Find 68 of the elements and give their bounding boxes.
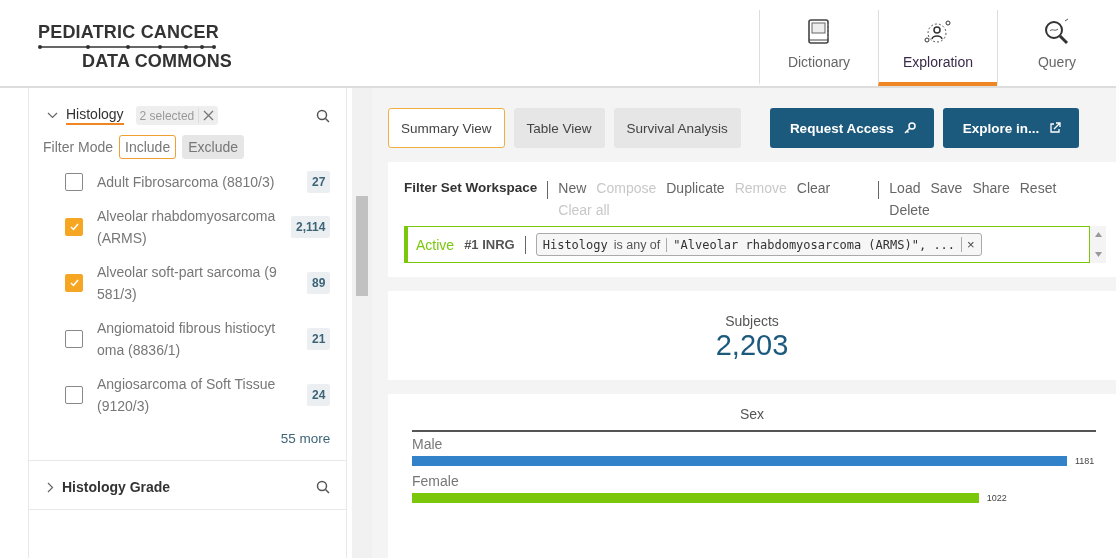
filter-field: Histology: [542, 237, 608, 252]
workspace-action[interactable]: Load: [889, 180, 921, 196]
category-label: Female: [412, 473, 460, 489]
filter-mode-button[interactable]: Exclude: [182, 135, 244, 159]
bar-value: 1022: [986, 493, 1007, 503]
view-tab[interactable]: Summary View: [388, 108, 505, 148]
workspace-action[interactable]: Reset: [1019, 180, 1057, 196]
chart-title: Sex: [739, 406, 765, 422]
scroll-down-icon[interactable]: [1094, 252, 1102, 257]
external-link-icon: [1049, 122, 1062, 134]
checkbox[interactable]: [65, 218, 83, 236]
checkbox[interactable]: [65, 274, 83, 292]
filter-value: "Alveolar rhabdomyosarcoma (ARMS)", ...: [673, 237, 956, 252]
option-label: Angiomatoid fibrous histiocytoma (8836/1): [97, 319, 277, 360]
logo-line-icon: [38, 43, 216, 51]
option-count: 24: [307, 384, 331, 406]
check-icon: [69, 279, 79, 287]
people-icon: [923, 18, 953, 46]
view-tab[interactable]: Survival Analysis: [613, 108, 741, 148]
option-count: 27: [307, 171, 331, 193]
filter-set-name: #1 INRG: [464, 237, 515, 252]
stat-label: Subjects: [725, 313, 779, 329]
option-count: 21: [307, 328, 331, 350]
checkbox[interactable]: [65, 386, 83, 404]
remove-filter-button[interactable]: ×: [961, 237, 975, 252]
book-icon: [806, 18, 832, 46]
facet-title[interactable]: Histology Grade: [62, 479, 171, 495]
search-icon[interactable]: [316, 480, 331, 494]
filter-mode-button[interactable]: Include: [119, 135, 177, 159]
workspace-action[interactable]: Clear: [796, 180, 831, 196]
action-button[interactable]: Request Access: [769, 108, 934, 148]
scrollbar[interactable]: [352, 88, 372, 558]
search-icon[interactable]: [316, 108, 331, 123]
workspace-action[interactable]: New: [558, 180, 587, 196]
nav-tab[interactable]: Query: [997, 10, 1116, 86]
option-count: 89: [307, 272, 331, 294]
workspace-action[interactable]: Delete: [889, 202, 930, 218]
scroll-up-icon[interactable]: [1094, 232, 1102, 237]
option-label: Alveolar rhabdomyosarcoma (ARMS): [97, 207, 277, 248]
option-count: 2,114: [291, 216, 331, 238]
checkbox[interactable]: [65, 330, 83, 348]
scrollbar[interactable]: [1090, 226, 1106, 263]
option-label: Angiosarcoma of Soft Tissue (9120/3): [97, 375, 277, 416]
view-tab[interactable]: Table View: [513, 108, 605, 148]
action-button[interactable]: Explore in...: [942, 108, 1080, 148]
stat-value: 2,203: [715, 329, 789, 362]
workspace-action[interactable]: Share: [972, 180, 1010, 196]
check-icon: [69, 223, 79, 231]
selected-count-badge: 2 selected: [135, 106, 219, 125]
option-label: Alveolar soft-part sarcoma (9581/3): [97, 263, 277, 304]
more-link[interactable]: 55 more: [280, 431, 331, 446]
checkbox[interactable]: [65, 173, 83, 191]
workspace-action[interactable]: Save: [930, 180, 963, 196]
filter-mode-label: Filter Mode: [43, 139, 114, 155]
logo-text: DATA COMMONS: [82, 51, 233, 72]
caret-icon[interactable]: [47, 112, 58, 119]
bar-value: 1181: [1075, 456, 1095, 466]
caret-icon[interactable]: [47, 481, 54, 493]
option-label: Adult Fibrosarcoma (8810/3): [97, 173, 276, 192]
key-icon: [903, 122, 916, 134]
status-label: Active: [416, 236, 455, 253]
filter-operator: is any of: [613, 237, 668, 252]
workspace-action[interactable]: Duplicate: [666, 180, 725, 196]
nav-tab[interactable]: Dictionary: [759, 10, 878, 86]
logo-text: PEDIATRIC CANCER: [38, 22, 220, 43]
facet-title[interactable]: Histology: [66, 106, 124, 125]
category-label: Male: [412, 436, 444, 452]
workspace-title: Filter Set Workspace: [404, 180, 538, 197]
